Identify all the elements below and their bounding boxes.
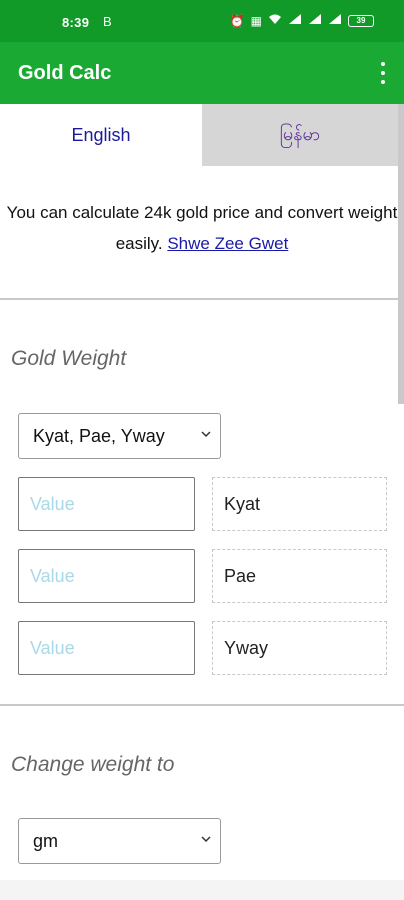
- signal-icon: [308, 13, 322, 28]
- signal-icon: [328, 13, 342, 28]
- pae-unit-label: Pae: [212, 549, 387, 603]
- kyat-unit-label: Kyat: [212, 477, 387, 531]
- language-tabs: English မြန်မာ: [0, 104, 404, 166]
- chevron-down-icon: [201, 431, 211, 438]
- chevron-down-icon: [201, 836, 211, 843]
- battery-icon: 39: [348, 14, 374, 27]
- tab-myanmar[interactable]: မြန်မာ: [202, 104, 404, 166]
- app-bar: Gold Calc: [0, 42, 404, 104]
- pae-value-input[interactable]: Value: [18, 549, 195, 603]
- more-vert-icon[interactable]: [378, 62, 388, 84]
- intro-text: You can calculate 24k gold price and con…: [0, 197, 404, 259]
- change-weight-title: Change weight to: [11, 753, 175, 776]
- tab-english[interactable]: English: [0, 104, 202, 166]
- app-title: Gold Calc: [18, 62, 112, 84]
- wifi-icon: [268, 13, 282, 28]
- target-unit-select-value: gm: [33, 830, 59, 851]
- yway-unit-label: Yway: [212, 621, 387, 675]
- signal-icon: [288, 13, 302, 28]
- alarm-icon: ⏰: [229, 13, 245, 28]
- target-unit-select[interactable]: gm: [18, 818, 221, 864]
- yway-value-input[interactable]: Value: [18, 621, 195, 675]
- status-icons: ⏰ ▦ 39: [230, 13, 374, 28]
- nfc-icon: ▦: [250, 13, 262, 28]
- kyat-value-input[interactable]: Value: [18, 477, 195, 531]
- weight-unit-select[interactable]: Kyat, Pae, Yway: [18, 413, 221, 459]
- status-indicator: B: [103, 14, 112, 29]
- status-bar: 8:39 B ⏰ ▦ 39: [0, 0, 404, 42]
- divider: [0, 704, 404, 706]
- status-time: 8:39: [62, 15, 90, 30]
- bottom-edge: [0, 880, 404, 900]
- weight-unit-select-value: Kyat, Pae, Yway: [33, 425, 165, 446]
- gold-weight-title: Gold Weight: [11, 347, 127, 370]
- shwe-zee-gwet-link[interactable]: Shwe Zee Gwet: [167, 234, 288, 253]
- divider: [0, 298, 404, 300]
